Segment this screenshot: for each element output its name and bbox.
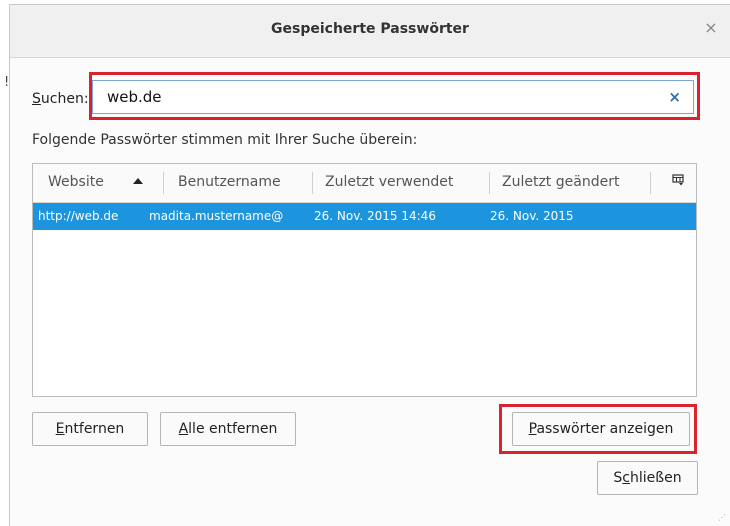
remove-button-label: ntfernen <box>64 421 125 437</box>
title-bar: Gespeicherte Passwörter × <box>10 5 730 58</box>
column-header-website[interactable]: Website <box>48 174 104 190</box>
cell-username: madita.mustername@ <box>149 209 284 223</box>
search-label-mnemonic: S <box>32 91 41 107</box>
column-header-last-used[interactable]: Zuletzt verwendet <box>325 174 453 190</box>
cell-last-changed: 26. Nov. 2015 <box>490 209 574 223</box>
remove-button-mnemonic: E <box>55 421 65 437</box>
resize-grip-icon[interactable]: ⋰ <box>718 513 726 522</box>
close-button-mnemonic: c <box>622 470 630 486</box>
dialog-title: Gespeicherte Passwörter <box>271 21 469 37</box>
column-header-last-changed[interactable]: Zuletzt geändert <box>502 174 619 190</box>
column-header-username[interactable]: Benutzername <box>178 174 281 190</box>
column-picker-icon[interactable] <box>672 174 684 186</box>
cell-website: http://web.de <box>38 209 119 223</box>
column-separator[interactable] <box>163 172 164 194</box>
column-separator[interactable] <box>650 172 651 194</box>
table-header: Website Benutzername Zuletzt verwendet Z… <box>33 164 696 203</box>
table-row[interactable]: http://web.de madita.mustername@ 26. Nov… <box>33 203 696 230</box>
search-label: Suchen: <box>32 91 89 107</box>
close-icon[interactable]: × <box>702 19 720 37</box>
remove-all-button[interactable]: Alle entfernen <box>160 412 296 446</box>
column-separator[interactable] <box>312 172 313 194</box>
close-button-label: hließen <box>630 470 682 486</box>
close-button[interactable]: Schließen <box>597 461 698 495</box>
background-window: ! <box>0 0 9 526</box>
cell-last-used: 26. Nov. 2015 14:46 <box>314 209 436 223</box>
show-passwords-highlight-box <box>499 404 697 454</box>
remove-button[interactable]: Entfernen <box>32 412 148 446</box>
search-label-text: uchen: <box>40 91 89 107</box>
search-highlight-box <box>89 72 700 120</box>
remove-all-button-mnemonic: A <box>178 421 189 437</box>
sort-ascending-icon <box>133 178 143 184</box>
matches-label: Folgende Passwörter stimmen mit Ihrer Su… <box>32 132 418 148</box>
column-separator[interactable] <box>489 172 490 194</box>
passwords-table: Website Benutzername Zuletzt verwendet Z… <box>32 163 697 397</box>
close-button-label-start: S <box>613 470 623 486</box>
remove-all-button-label: lle entfernen <box>188 421 278 437</box>
